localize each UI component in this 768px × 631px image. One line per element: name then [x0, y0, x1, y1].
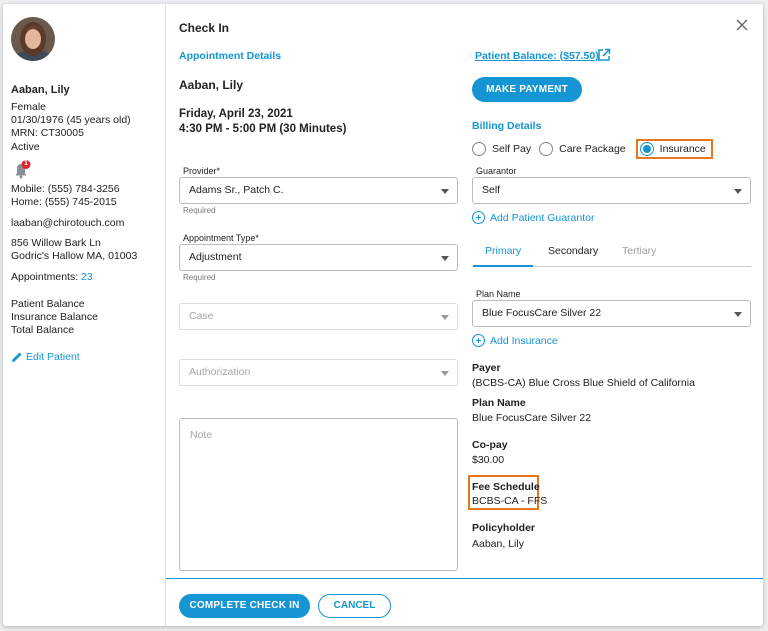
case-placeholder: Case [189, 310, 214, 322]
guarantor-value: Self [482, 184, 501, 196]
appointment-type-required-hint: Required [183, 273, 216, 282]
patient-mrn: MRN: CT30005 [11, 127, 84, 139]
guarantor-select[interactable]: Self [472, 177, 751, 204]
fee-schedule-value: BCBS-CA - FFS [472, 495, 548, 507]
appointment-type-label: Appointment Type* [183, 233, 259, 243]
notification-count: 1 [24, 160, 28, 167]
radio-insurance[interactable]: Insurance [635, 139, 713, 159]
add-patient-guarantor-link[interactable]: Add Patient Guarantor [472, 211, 594, 224]
authorization-placeholder: Authorization [189, 366, 251, 378]
radio-button[interactable] [539, 142, 554, 156]
billing-type-radio-group: Self Pay Care Package Insurance [472, 138, 721, 160]
plan-name-value: Blue FocusCare Silver 22 [482, 307, 602, 319]
payer-label: Payer [472, 362, 501, 374]
radio-label: Self Pay [492, 143, 532, 155]
dialog-title: Check In [179, 21, 230, 35]
radio-label: Care Package [559, 143, 626, 155]
tab-secondary[interactable]: Secondary [548, 245, 598, 257]
patient-mobile: Mobile: (555) 784-3256 [11, 183, 120, 195]
patient-address-line2: Godric's Hallow MA, 01003 [11, 250, 138, 262]
payer-value: (BCBS-CA) Blue Cross Blue Shield of Cali… [472, 377, 695, 389]
authorization-select[interactable]: Authorization [179, 359, 458, 386]
appointment-details-heading: Appointment Details [179, 50, 282, 62]
billing-details-heading: Billing Details [472, 120, 542, 132]
patient-dob: 01/30/1976 (45 years old) [11, 114, 131, 126]
patient-name: Aaban, Lily [11, 84, 70, 96]
policyholder-value: Aaban, Lily [472, 538, 524, 550]
patient-home-phone: Home: (555) 745-2015 [11, 196, 117, 208]
patient-email: laaban@chirotouch.com [11, 217, 125, 229]
appointment-patient-name: Aaban, Lily [179, 78, 244, 92]
appointments-count-link[interactable]: 23 [81, 271, 93, 283]
note-placeholder: Note [190, 429, 213, 441]
plus-circle-icon [472, 334, 485, 347]
radio-care-package[interactable]: Care Package [539, 142, 626, 156]
cancel-button[interactable]: CANCEL [318, 594, 391, 618]
chevron-down-icon [734, 189, 742, 194]
add-insurance-label: Add Insurance [490, 334, 558, 347]
insurance-balance-label: Insurance Balance [11, 311, 98, 323]
insurance-tabs: Primary Secondary Tertiary [472, 240, 751, 267]
plan-name-info-value: Blue FocusCare Silver 22 [472, 412, 592, 424]
provider-select[interactable]: Adams Sr., Patch C. [179, 177, 458, 204]
appointment-datetime: Friday, April 23, 2021 4:30 PM - 5:00 PM… [179, 107, 346, 137]
total-balance-label: Total Balance [11, 324, 75, 336]
check-in-dialog: Aaban, Lily Female 01/30/1976 (45 years … [3, 4, 763, 626]
fee-schedule-label: Fee Schedule [472, 481, 540, 493]
edit-patient-link[interactable]: Edit Patient [11, 351, 80, 363]
avatar [11, 17, 55, 61]
case-select[interactable]: Case [179, 303, 458, 330]
appointments-label: Appointments: [11, 271, 79, 283]
add-guarantor-label: Add Patient Guarantor [490, 211, 595, 224]
policyholder-label: Policyholder [472, 522, 536, 534]
notification-bell-icon[interactable]: 1 [13, 160, 33, 180]
chevron-down-icon [441, 189, 449, 194]
patient-status: Active [11, 141, 40, 153]
add-insurance-link[interactable]: Add Insurance [472, 334, 558, 347]
plan-name-label: Plan Name [472, 397, 526, 409]
patient-balance-label: Patient Balance [11, 298, 85, 310]
close-icon[interactable] [735, 18, 749, 32]
provider-required-hint: Required [183, 206, 216, 215]
plan-name-field-label: Plan Name [476, 289, 521, 299]
radio-self-pay[interactable]: Self Pay [472, 142, 531, 156]
chevron-down-icon [441, 256, 449, 261]
provider-value: Adams Sr., Patch C. [189, 184, 284, 196]
chevron-down-icon [734, 312, 742, 317]
edit-patient-label: Edit Patient [26, 351, 80, 363]
radio-label: Insurance [659, 143, 706, 155]
provider-label: Provider* [183, 166, 221, 176]
appointment-type-select[interactable]: Adjustment [179, 244, 458, 271]
radio-button[interactable] [472, 142, 486, 156]
copay-value: $30.00 [472, 454, 505, 466]
appointment-date: Friday, April 23, 2021 [179, 108, 293, 120]
pencil-icon [12, 352, 22, 362]
patient-gender: Female [11, 101, 47, 113]
complete-check-in-button[interactable]: COMPLETE CHECK IN [179, 594, 310, 618]
tab-tertiary[interactable]: Tertiary [622, 245, 656, 257]
external-link-icon[interactable] [597, 48, 611, 62]
appointment-type-value: Adjustment [189, 251, 242, 263]
guarantor-label: Guarantor [476, 166, 517, 176]
appointment-time: 4:30 PM - 5:00 PM (30 Minutes) [179, 123, 347, 135]
copay-label: Co-pay [472, 439, 508, 451]
patient-address-line1: 856 Willow Bark Ln [11, 237, 101, 249]
plus-circle-icon [472, 211, 485, 224]
patient-sidebar: Aaban, Lily Female 01/30/1976 (45 years … [3, 4, 166, 626]
footer-divider [166, 578, 763, 579]
chevron-down-icon [441, 371, 449, 376]
plan-name-select[interactable]: Blue FocusCare Silver 22 [472, 300, 751, 327]
note-textarea[interactable]: Note [179, 418, 458, 571]
make-payment-button[interactable]: MAKE PAYMENT [472, 77, 582, 102]
radio-button-selected[interactable] [639, 142, 654, 156]
chevron-down-icon [441, 315, 449, 320]
tab-primary[interactable]: Primary [472, 245, 534, 267]
patient-balance-link[interactable]: Patient Balance: ($57.50) [475, 50, 599, 62]
appointments-summary: Appointments: 23 [11, 271, 93, 283]
